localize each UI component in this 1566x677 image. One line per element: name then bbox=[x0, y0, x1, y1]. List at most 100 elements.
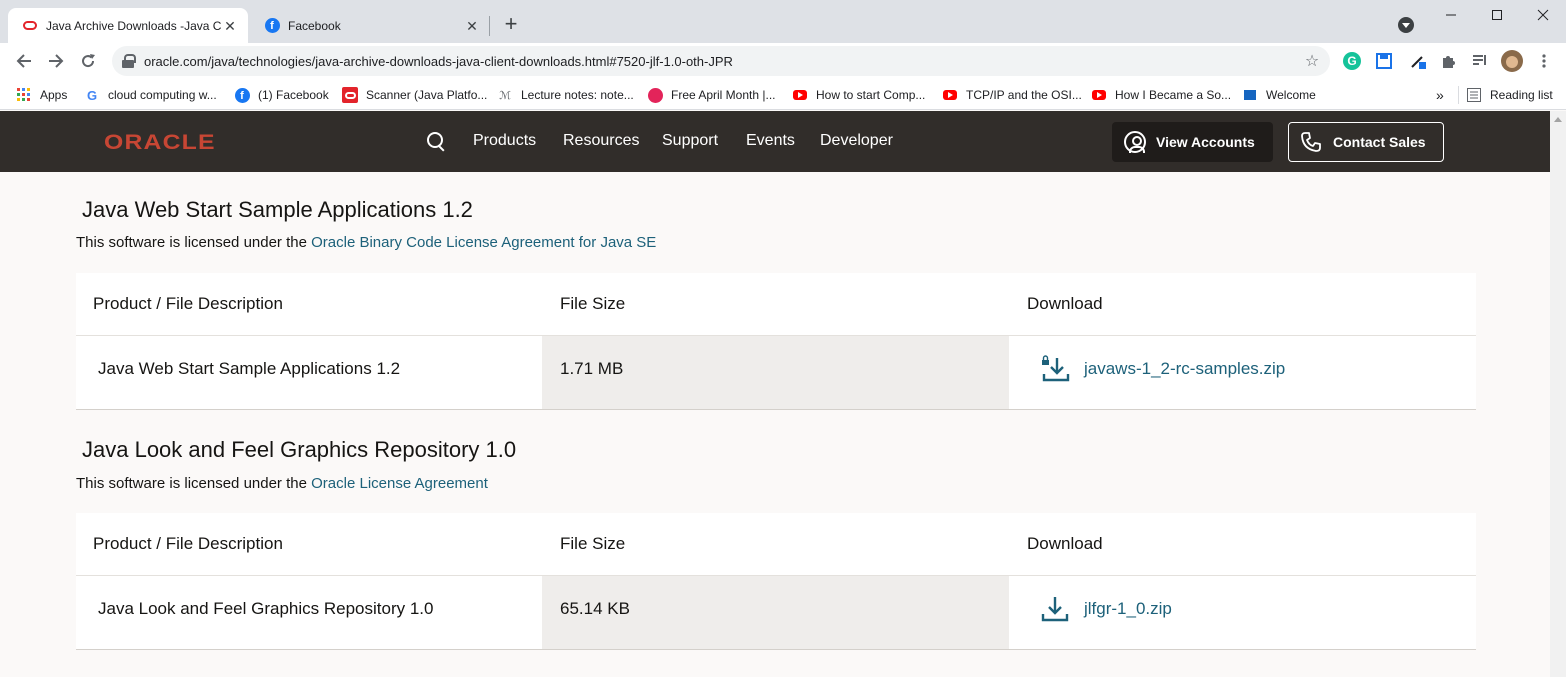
tab-search-icon[interactable] bbox=[1398, 17, 1414, 33]
close-icon[interactable]: ✕ bbox=[222, 18, 238, 34]
bookmark-tcp-ip[interactable]: TCP/IP and the OSI... bbox=[942, 86, 1082, 104]
tab-java-archive[interactable]: Java Archive Downloads -Java Cli ✕ bbox=[8, 8, 248, 43]
oracle-header: ORACLE Products Resources Support Events… bbox=[0, 111, 1550, 172]
bookmark-lecture-notes[interactable]: ℳ Lecture notes: note... bbox=[497, 86, 634, 104]
oracle-logo[interactable]: ORACLE bbox=[104, 131, 216, 155]
nav-developer[interactable]: Developer bbox=[820, 132, 893, 150]
close-window-button[interactable] bbox=[1520, 4, 1566, 26]
nav-events[interactable]: Events bbox=[746, 132, 795, 150]
forward-arrow-icon bbox=[49, 54, 64, 68]
bookmark-how-to-start[interactable]: How to start Comp... bbox=[792, 86, 925, 104]
bookmark-label: Apps bbox=[40, 88, 68, 102]
reload-button[interactable] bbox=[76, 49, 100, 73]
minimize-button[interactable] bbox=[1428, 4, 1474, 26]
bookmark-facebook[interactable]: f (1) Facebook bbox=[234, 86, 329, 104]
page-scrollbar[interactable] bbox=[1550, 111, 1566, 677]
extensions-puzzle-icon[interactable] bbox=[1438, 51, 1458, 71]
file-description: Java Look and Feel Graphics Repository 1… bbox=[98, 599, 434, 618]
scroll-up-arrow-icon[interactable] bbox=[1554, 117, 1562, 122]
bookmark-label: How to start Comp... bbox=[816, 88, 926, 102]
lock-icon[interactable] bbox=[122, 54, 136, 68]
download-link[interactable]: jlfgr-1_0.zip bbox=[1084, 599, 1172, 619]
bookmarks-bar: Apps G cloud computing w... f (1) Facebo… bbox=[0, 80, 1566, 110]
tab-strip: Java Archive Downloads -Java Cli ✕ f Fac… bbox=[0, 0, 1566, 43]
view-accounts-label: View Accounts bbox=[1156, 134, 1255, 150]
download-icon[interactable] bbox=[1040, 594, 1070, 624]
bookmark-cloud-computing[interactable]: G cloud computing w... bbox=[84, 86, 217, 104]
nav-products[interactable]: Products bbox=[473, 132, 536, 150]
url-text[interactable]: oracle.com/java/technologies/java-archiv… bbox=[144, 54, 1302, 69]
bookmark-scanner[interactable]: Scanner (Java Platfo... bbox=[342, 86, 487, 104]
music-icon bbox=[647, 87, 663, 103]
facebook-icon: f bbox=[264, 18, 280, 34]
facebook-icon: f bbox=[234, 87, 250, 103]
reading-list-icon bbox=[1466, 87, 1482, 103]
column-header: File Size bbox=[560, 294, 626, 313]
license-link[interactable]: Oracle License Agreement bbox=[311, 475, 488, 492]
bookmark-label: Lecture notes: note... bbox=[521, 88, 634, 102]
bookmark-how-i-became[interactable]: How I Became a So... bbox=[1091, 86, 1231, 104]
menu-kebab-icon[interactable] bbox=[1534, 51, 1554, 71]
youtube-icon bbox=[1091, 87, 1107, 103]
table-header: Product / File Description File Size Dow… bbox=[76, 273, 1476, 336]
download-locked-icon[interactable] bbox=[1040, 354, 1070, 384]
bookmark-star-icon[interactable]: ☆ bbox=[1302, 51, 1322, 71]
new-tab-button[interactable]: + bbox=[500, 13, 522, 36]
bookmarks-overflow-button[interactable]: » bbox=[1436, 86, 1444, 104]
bookmark-free-april[interactable]: Free April Month |... bbox=[647, 86, 776, 104]
reload-icon bbox=[82, 54, 95, 68]
tab-separator bbox=[489, 16, 490, 36]
google-icon: G bbox=[86, 87, 98, 103]
youtube-icon bbox=[792, 87, 808, 103]
download-link[interactable]: javaws-1_2-rc-samples.zip bbox=[1084, 359, 1285, 379]
bookmark-label: TCP/IP and the OSI... bbox=[966, 88, 1082, 102]
column-header: Download bbox=[1027, 534, 1103, 553]
media-queue-icon[interactable] bbox=[1470, 51, 1490, 71]
notes-icon: ℳ bbox=[499, 89, 511, 102]
search-icon[interactable] bbox=[427, 132, 447, 152]
license-link[interactable]: Oracle Binary Code License Agreement for… bbox=[311, 234, 656, 251]
table-header: Product / File Description File Size Dow… bbox=[76, 513, 1476, 576]
save-icon[interactable] bbox=[1374, 51, 1394, 71]
maximize-icon bbox=[1492, 10, 1502, 20]
downloads-table: Product / File Description File Size Dow… bbox=[76, 273, 1476, 410]
tab-title: Facebook bbox=[288, 18, 341, 33]
maximize-button[interactable] bbox=[1474, 4, 1520, 26]
site-icon bbox=[1242, 87, 1258, 103]
close-icon bbox=[1537, 9, 1549, 21]
minimize-icon bbox=[1446, 14, 1456, 16]
forward-button[interactable] bbox=[44, 49, 68, 73]
youtube-icon bbox=[942, 87, 958, 103]
oracle-icon bbox=[22, 18, 38, 34]
downloads-table: Product / File Description File Size Dow… bbox=[76, 513, 1476, 650]
license-prefix: This software is licensed under the bbox=[76, 475, 312, 492]
contact-sales-button[interactable]: Contact Sales bbox=[1288, 122, 1444, 162]
page-content: ORACLE Products Resources Support Events… bbox=[0, 111, 1550, 677]
divider bbox=[1458, 86, 1459, 104]
profile-avatar[interactable] bbox=[1501, 50, 1523, 72]
eyedropper-icon[interactable] bbox=[1408, 51, 1428, 71]
bookmark-label: cloud computing w... bbox=[108, 88, 217, 102]
bookmark-label: How I Became a So... bbox=[1115, 88, 1232, 102]
nav-resources[interactable]: Resources bbox=[563, 132, 639, 150]
bookmark-label: Welcome bbox=[1266, 88, 1316, 102]
reading-list-label: Reading list bbox=[1490, 88, 1553, 102]
bookmark-welcome[interactable]: Welcome bbox=[1242, 86, 1316, 104]
table-row: Java Look and Feel Graphics Repository 1… bbox=[76, 576, 1476, 650]
column-header: Download bbox=[1027, 294, 1103, 313]
file-size: 1.71 MB bbox=[560, 359, 624, 378]
tab-facebook[interactable]: f Facebook ✕ bbox=[250, 8, 490, 43]
table-row: Java Web Start Sample Applications 1.2 1… bbox=[76, 336, 1476, 410]
contact-sales-label: Contact Sales bbox=[1333, 134, 1426, 150]
view-accounts-button[interactable]: View Accounts bbox=[1112, 122, 1273, 162]
phone-icon bbox=[1299, 130, 1323, 154]
address-bar[interactable]: oracle.com/java/technologies/java-archiv… bbox=[112, 46, 1330, 76]
grammarly-icon[interactable]: G bbox=[1342, 51, 1362, 71]
bookmark-label: Scanner (Java Platfo... bbox=[366, 88, 488, 102]
reading-list-button[interactable]: Reading list bbox=[1466, 86, 1553, 104]
close-icon[interactable]: ✕ bbox=[464, 18, 480, 34]
section-title: Java Look and Feel Graphics Repository 1… bbox=[82, 437, 517, 462]
nav-support[interactable]: Support bbox=[662, 132, 718, 150]
back-button[interactable] bbox=[12, 49, 36, 73]
bookmark-apps[interactable]: Apps bbox=[16, 86, 67, 104]
